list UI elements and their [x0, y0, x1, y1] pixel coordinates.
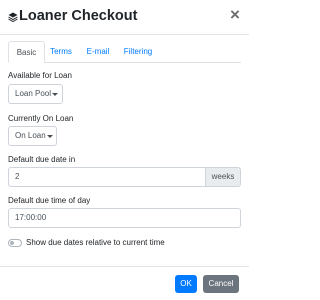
modal-header: Loaner Checkout ×	[0, 0, 249, 35]
chevron-down-icon	[52, 93, 58, 96]
on-loan-value: On Loan	[15, 131, 46, 140]
loaner-checkout-dialog: Loaner Checkout × Basic Terms E-mail Fil…	[0, 0, 249, 300]
due-time-input[interactable]: 17:00:00	[8, 208, 241, 228]
tab-basic[interactable]: Basic	[8, 41, 45, 63]
on-loan-label: Currently On Loan	[8, 114, 74, 123]
available-label: Available for Loan	[8, 71, 72, 80]
relative-time-toggle[interactable]	[8, 239, 22, 247]
ok-button[interactable]: OK	[175, 275, 197, 293]
tab-terms[interactable]: Terms	[46, 41, 76, 62]
layers-icon	[8, 12, 18, 22]
due-date-unit: weeks	[206, 167, 241, 187]
footer-divider	[0, 266, 249, 267]
due-time-value: 17:00:00	[15, 213, 47, 222]
relative-time-label: Show due dates relative to current time	[26, 238, 165, 247]
due-date-input[interactable]: 2	[8, 167, 206, 187]
tab-email[interactable]: E-mail	[82, 41, 114, 62]
available-value: Loan Pool	[15, 89, 52, 98]
modal-title: Loaner Checkout	[19, 8, 138, 24]
tab-filtering[interactable]: Filtering	[119, 41, 157, 62]
due-date-label: Default due date in	[8, 155, 76, 164]
due-date-value: 2	[15, 172, 20, 181]
toggle-knob	[10, 241, 14, 245]
close-icon[interactable]: ×	[230, 6, 240, 24]
due-time-label: Default due time of day	[8, 196, 91, 205]
tab-bar: Basic Terms E-mail Filtering	[0, 41, 249, 63]
available-dropdown[interactable]: Loan Pool	[8, 84, 63, 104]
chevron-down-icon	[47, 135, 53, 138]
on-loan-dropdown[interactable]: On Loan	[8, 126, 57, 146]
cancel-button[interactable]: Cancel	[203, 275, 239, 293]
